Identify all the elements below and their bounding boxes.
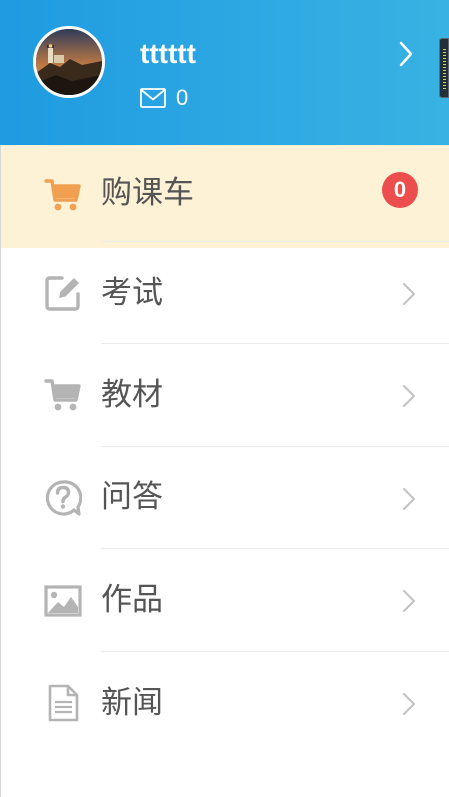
chevron-right-icon [403, 283, 415, 305]
menu-item-qa[interactable]: 问答 [1, 447, 449, 550]
chevron-right-icon [403, 488, 415, 510]
question-icon [45, 480, 82, 516]
menu-item-exam[interactable]: 考试 [1, 242, 449, 345]
mail-row[interactable]: 0 [140, 84, 188, 112]
chevron-right-icon [403, 385, 415, 407]
cart-count-badge: 0 [382, 172, 418, 208]
image-icon [44, 585, 82, 617]
profile-header[interactable]: tttttt 0 [0, 0, 449, 145]
edit-icon [45, 276, 80, 311]
menu-item-works[interactable]: 作品 [1, 549, 449, 652]
username: tttttt [140, 38, 196, 69]
chevron-right-icon [403, 590, 415, 612]
menu-item-label: 问答 [101, 479, 163, 515]
drawer-drag-handle[interactable] [439, 38, 449, 98]
envelope-icon [140, 88, 166, 108]
chevron-right-icon[interactable] [398, 40, 414, 68]
menu-item-textbook[interactable]: 教材 [1, 344, 449, 447]
menu-item-news[interactable]: 新闻 [1, 652, 449, 755]
document-icon [48, 684, 79, 722]
menu-item-label: 作品 [101, 582, 163, 618]
cart-icon [44, 179, 81, 211]
avatar[interactable] [33, 26, 105, 98]
menu-item-label: 教材 [101, 377, 163, 413]
chevron-right-icon [403, 693, 415, 715]
menu-item-label: 考试 [101, 275, 163, 311]
menu-item-cart[interactable]: 购课车 0 [1, 145, 449, 248]
cart-icon [44, 379, 81, 411]
mail-count: 0 [176, 85, 189, 110]
menu-item-label: 购课车 [101, 175, 194, 211]
menu-item-label: 新闻 [101, 685, 163, 721]
